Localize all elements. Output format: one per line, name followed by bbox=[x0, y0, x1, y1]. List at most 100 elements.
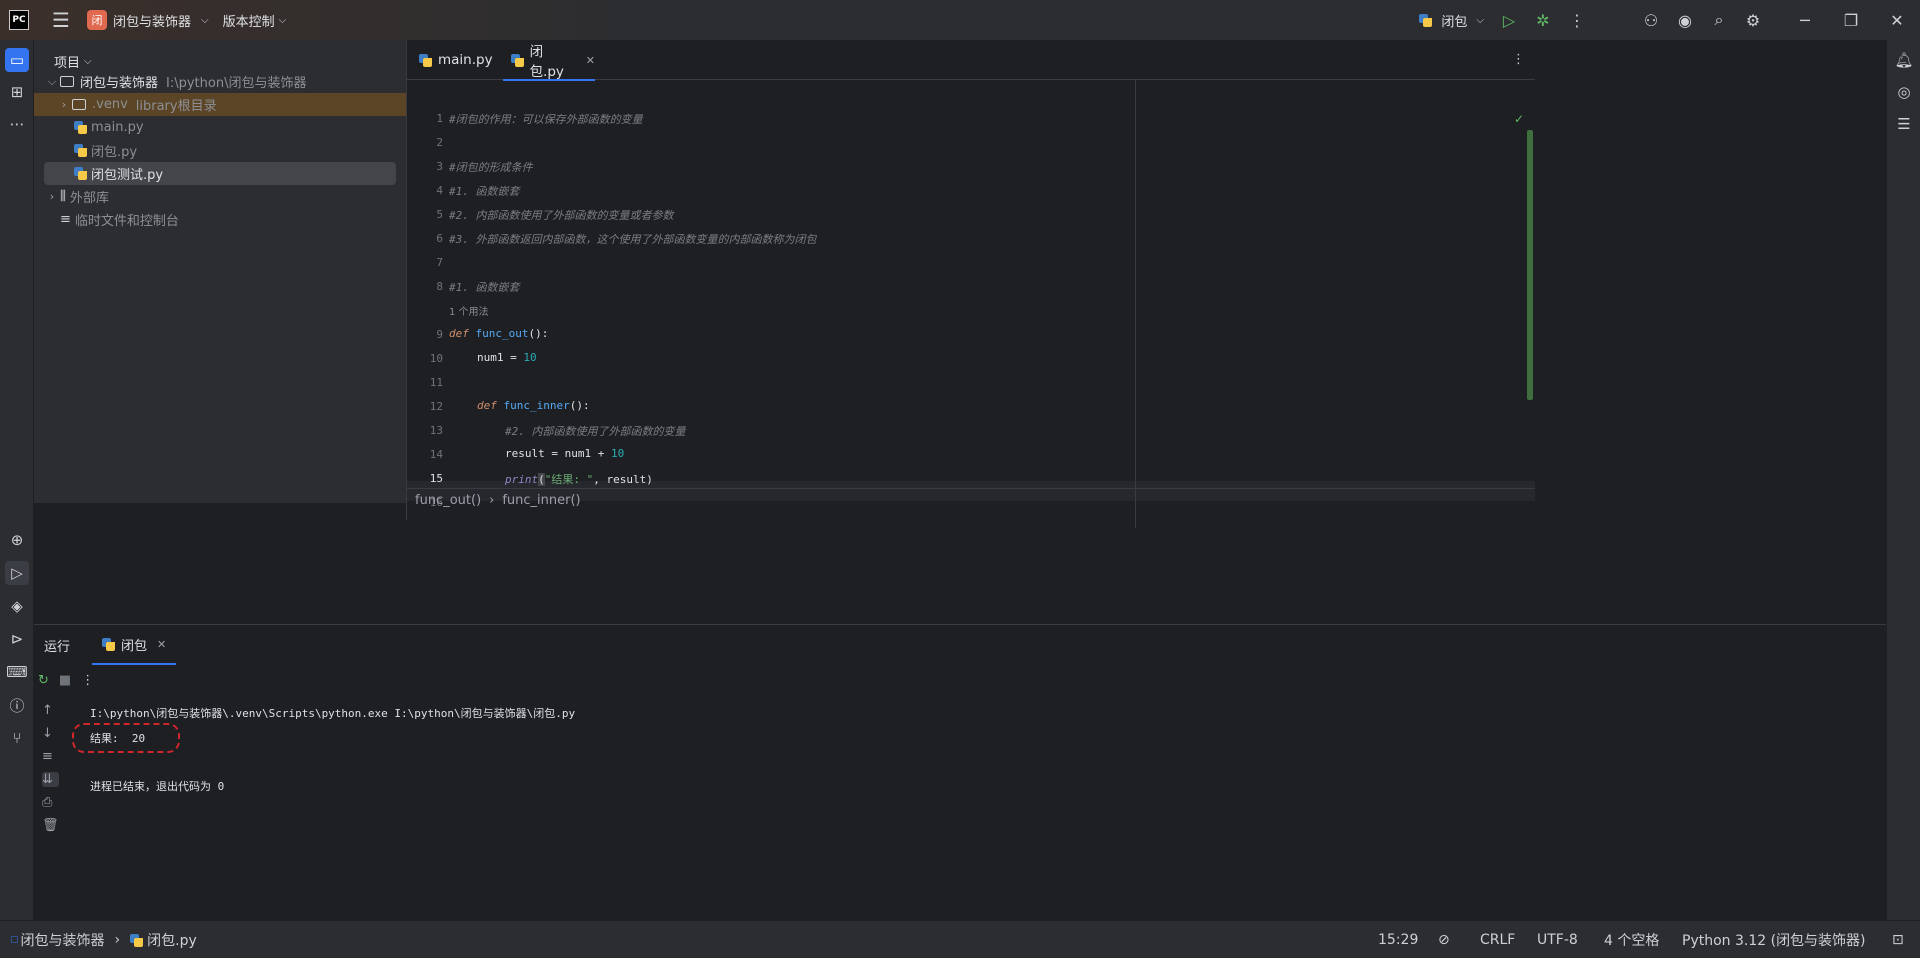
code-line: #1. 函数嵌套 bbox=[449, 281, 520, 294]
breadcrumb-item[interactable]: func_out() bbox=[415, 493, 481, 508]
tree-root[interactable]: ⌵ 闭包与装饰器 I:\python\闭包与装饰器 bbox=[34, 70, 406, 93]
code-line: #闭包的形成条件 bbox=[449, 161, 533, 174]
library-icon: ⫼ bbox=[60, 189, 66, 204]
breadcrumb: func_out() › func_inner() bbox=[407, 488, 1535, 512]
services-icon[interactable]: ⊳ bbox=[5, 627, 29, 651]
python-file-icon bbox=[102, 637, 116, 651]
stop-icon[interactable]: ■ bbox=[59, 673, 71, 688]
builtin-name: print bbox=[505, 473, 539, 486]
project-tool-icon[interactable]: ▭ bbox=[5, 48, 29, 72]
code-line: #2. 内部函数使用了外部函数的变量 bbox=[505, 425, 686, 438]
function-name: func_out bbox=[475, 327, 529, 340]
notifications-icon[interactable]: 🔔︎ bbox=[1892, 48, 1916, 72]
usage-hint[interactable]: 1 个用法 bbox=[449, 303, 489, 318]
structure-tool-icon[interactable]: ⊞ bbox=[5, 80, 29, 104]
python-file-icon bbox=[74, 167, 87, 180]
function-name: func_inner bbox=[503, 399, 570, 412]
tree-file[interactable]: main.py bbox=[34, 116, 406, 139]
tree-scratches[interactable]: ≡ 临时文件和控制台 bbox=[34, 208, 406, 231]
scroll-to-end-icon[interactable]: ⇊ bbox=[42, 772, 59, 787]
project-selector[interactable]: 闭 闭包与装饰器 ⌵ bbox=[87, 10, 209, 30]
status-file-name: 闭包.py bbox=[147, 933, 197, 949]
file-encoding[interactable]: UTF-8 bbox=[1537, 921, 1578, 958]
file-name: 闭包测试.py bbox=[91, 168, 164, 183]
caret-position[interactable]: 15:29 bbox=[1378, 921, 1418, 958]
more-options-icon[interactable]: ⋮ bbox=[81, 673, 94, 688]
git-icon[interactable]: ⑂ bbox=[5, 726, 29, 750]
code-text: (): bbox=[528, 327, 549, 340]
module-icon: ▢ bbox=[10, 935, 19, 945]
print-icon[interactable]: ⎙ bbox=[42, 795, 59, 810]
add-user-icon[interactable]: ⚇ bbox=[1634, 0, 1668, 40]
code-line: result = num1 + 10 bbox=[505, 447, 624, 460]
code-with-me-icon[interactable]: ◉ bbox=[1668, 0, 1702, 40]
keyword: def bbox=[449, 327, 469, 340]
tree-external-libs[interactable]: › ⫼ 外部库 bbox=[34, 185, 406, 208]
layers-icon[interactable]: ◈ bbox=[5, 594, 29, 618]
terminal-icon[interactable]: ⌨ bbox=[5, 660, 29, 684]
debug-icon[interactable]: ✲ bbox=[1526, 0, 1560, 40]
code-line: print("结果: ", result) bbox=[505, 471, 653, 487]
root-folder-name: 闭包与装饰器 bbox=[80, 76, 159, 91]
vcs-label: 版本控制 bbox=[222, 14, 275, 30]
project-panel-header[interactable]: 项目 ⌵ bbox=[54, 52, 92, 71]
close-icon[interactable]: ✕ bbox=[1874, 0, 1920, 40]
file-name: 闭包.py bbox=[91, 145, 138, 160]
tree-file[interactable]: 闭包.py bbox=[34, 139, 406, 162]
settings-gear-icon[interactable]: ⚙ bbox=[1736, 0, 1770, 40]
lock-icon[interactable]: ⊡ bbox=[1892, 921, 1904, 958]
more-actions-icon[interactable]: ⋮ bbox=[1560, 0, 1594, 40]
search-icon[interactable]: ⌕ bbox=[1702, 0, 1736, 40]
console-side-toolbar: ↑ ↓ ≡ ⇊ ⎙ 🗑︎ bbox=[42, 703, 59, 833]
code-text: ( bbox=[538, 473, 545, 486]
scroll-down-icon[interactable]: ↓ bbox=[42, 726, 59, 741]
rerun-icon[interactable]: ↻ bbox=[38, 673, 49, 688]
console-line: 进程已结束，退出代码为 0 bbox=[90, 780, 225, 793]
project-panel-title: 项目 bbox=[54, 56, 81, 71]
run-config-selector[interactable]: 闭包 ⌵ bbox=[1419, 11, 1484, 30]
soft-wrap-icon[interactable]: ≡ bbox=[42, 749, 59, 764]
status-project-name: 闭包与装饰器 bbox=[20, 933, 105, 949]
run-config-tab[interactable]: 闭包 ✕ bbox=[92, 625, 177, 665]
readonly-toggle-icon[interactable]: ⊘ bbox=[1438, 921, 1450, 958]
trash-icon[interactable]: 🗑︎ bbox=[42, 818, 59, 833]
tree-file-selected[interactable]: 闭包测试.py bbox=[44, 162, 396, 185]
scratches-icon: ≡ bbox=[60, 212, 71, 227]
run-panel-title: 运行 bbox=[44, 639, 71, 655]
status-bar: ▢ 闭包与装饰器 › 闭包.py 15:29 ⊘ CRLF UTF-8 4 个空… bbox=[0, 920, 1920, 958]
main-menu-icon[interactable]: ☰ bbox=[49, 8, 73, 32]
external-libs-label: 外部库 bbox=[69, 191, 109, 206]
code-line: num1 = 10 bbox=[477, 351, 537, 364]
chevron-down-icon: ⌵ bbox=[1476, 14, 1484, 26]
run-icon[interactable]: ▷ bbox=[1492, 0, 1526, 40]
left-tool-strip: ▭ ⊞ ⋯ ⊕ ▷ ◈ ⊳ ⌨ ⓘ ⑂ bbox=[0, 40, 34, 920]
python-interpreter[interactable]: Python 3.12 (闭包与装饰器) bbox=[1682, 921, 1866, 958]
line-separator[interactable]: CRLF bbox=[1480, 921, 1515, 958]
chevron-down-icon: ⌵ bbox=[201, 14, 209, 26]
number-literal: 10 bbox=[610, 447, 625, 460]
tree-venv[interactable]: › .venv library根目录 bbox=[34, 93, 406, 116]
code-line: def func_inner(): bbox=[477, 399, 590, 412]
python-file-icon bbox=[74, 121, 87, 134]
code-line: #3. 外部函数返回内部函数，这个使用了外部函数变量的内部函数称为闭包 bbox=[449, 233, 817, 246]
scroll-up-icon[interactable]: ↑ bbox=[42, 703, 59, 718]
more-tools-icon[interactable]: ⋯ bbox=[5, 112, 29, 136]
restore-icon[interactable]: ❐ bbox=[1828, 0, 1874, 40]
folder-icon bbox=[72, 99, 86, 110]
run-toolbar: ↻ ■ ⋮ bbox=[38, 673, 94, 688]
minimize-icon[interactable]: ─ bbox=[1782, 0, 1828, 40]
database-icon[interactable]: ☰ bbox=[1892, 112, 1916, 136]
editor: main.py 闭包.py ✕ ⋮ ✓ 1 2 3 4 5 6 7 8 9 10… bbox=[406, 40, 1535, 528]
run-tool-icon[interactable]: ▷ bbox=[5, 561, 29, 585]
indent-setting[interactable]: 4 个空格 bbox=[1604, 921, 1659, 958]
python-packages-icon[interactable]: ⊕ bbox=[5, 528, 29, 552]
code-area[interactable]: #闭包的作用：可以保存外部函数的变量 #闭包的形成条件 #1. 函数嵌套 #2.… bbox=[407, 40, 1535, 488]
problems-icon[interactable]: ⓘ bbox=[5, 693, 29, 717]
scratches-label: 临时文件和控制台 bbox=[74, 214, 179, 229]
status-project[interactable]: ▢ 闭包与装饰器 › 闭包.py bbox=[10, 921, 197, 958]
python-file-icon bbox=[1419, 13, 1433, 27]
ai-assistant-icon[interactable]: ◎ bbox=[1892, 80, 1916, 104]
vcs-selector[interactable]: 版本控制 ⌵ bbox=[223, 11, 287, 30]
close-tab-icon[interactable]: ✕ bbox=[157, 638, 166, 651]
breadcrumb-item[interactable]: func_inner() bbox=[502, 493, 580, 508]
